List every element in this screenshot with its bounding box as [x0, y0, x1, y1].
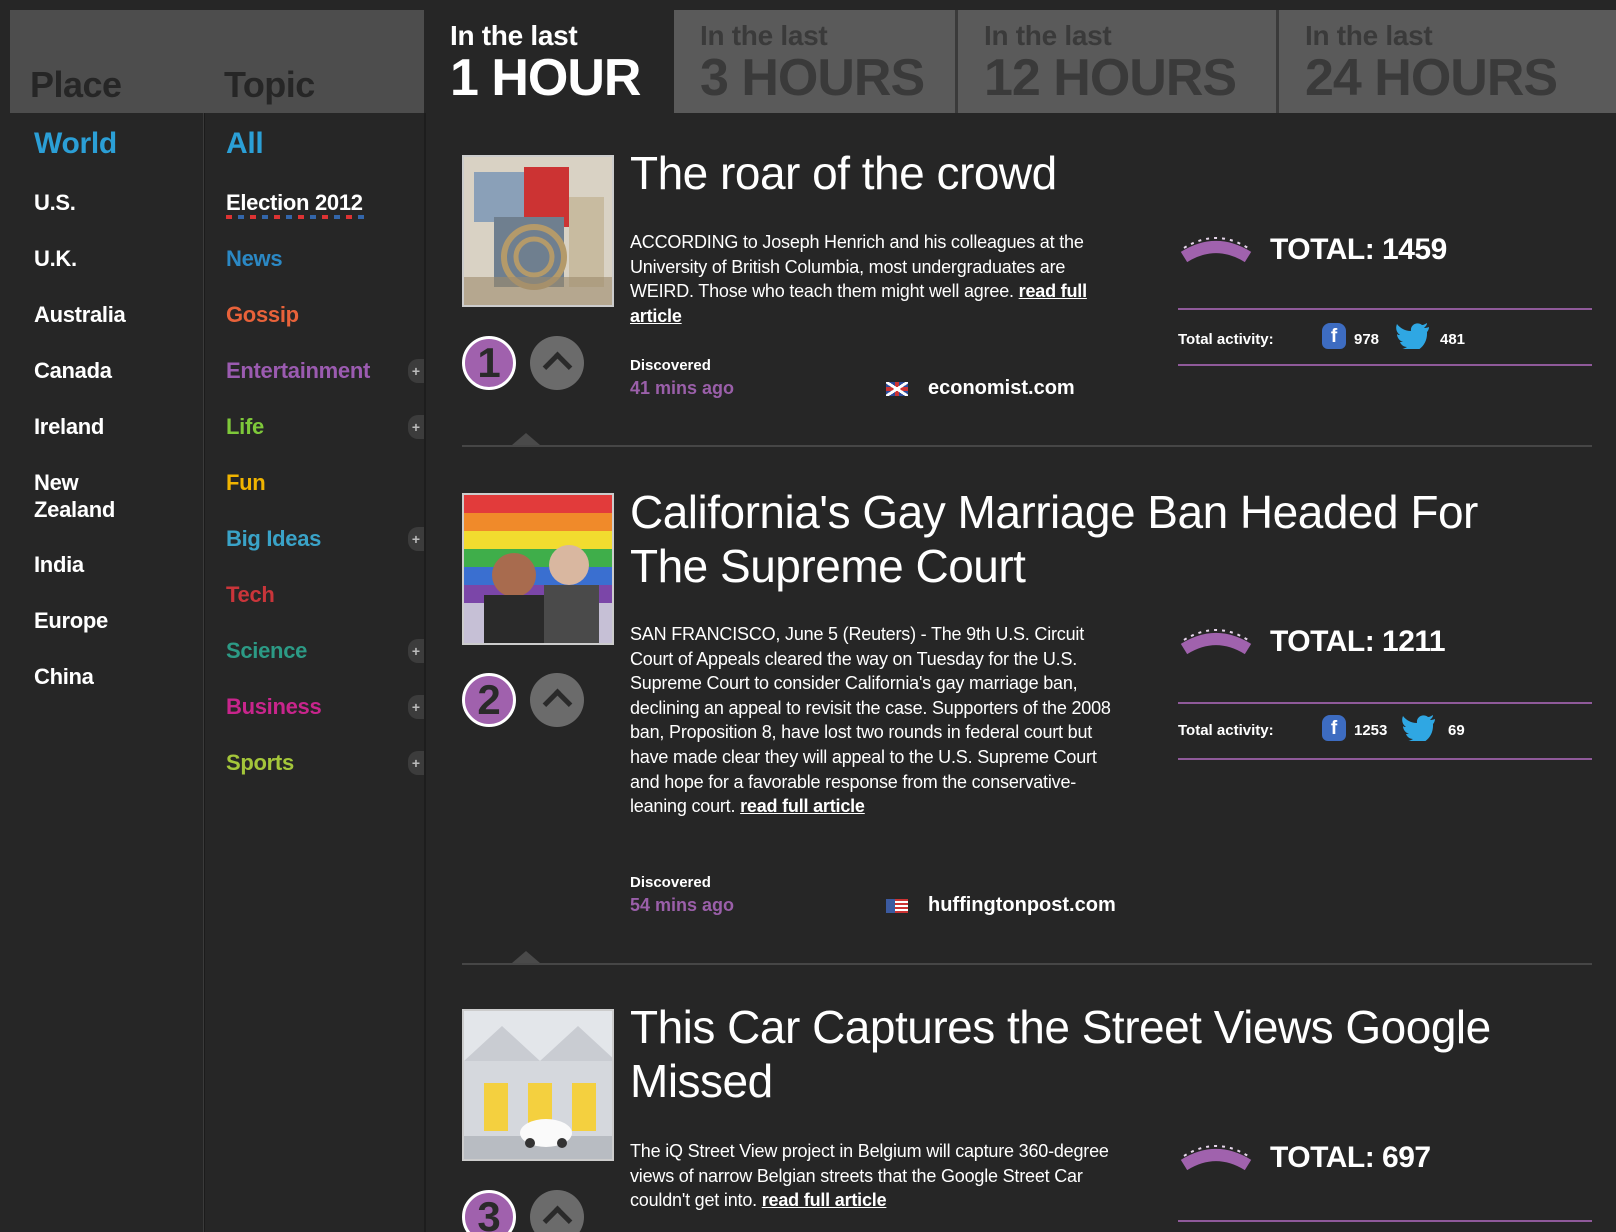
place-europe[interactable]: Europe [34, 607, 108, 634]
separator-notch [512, 433, 540, 445]
divider [1178, 1220, 1592, 1222]
total-activity-label: Total activity: [1178, 331, 1274, 348]
divider [1178, 702, 1592, 704]
tab-big-label: 3 HOURS [700, 49, 925, 107]
total-count: TOTAL: 1459 [1270, 233, 1447, 266]
article-summary: SAN FRANCISCO, June 5 (Reuters) - The 9t… [630, 622, 1115, 819]
topic-news[interactable]: News [226, 245, 283, 272]
topic-column [204, 113, 424, 1232]
place-new-zealand[interactable]: New Zealand [34, 469, 134, 523]
topic-life[interactable]: Life [226, 413, 264, 440]
expand-science-button[interactable]: + [408, 639, 424, 663]
place-header: Place [30, 64, 122, 105]
divider [1178, 758, 1592, 760]
read-full-article-link[interactable]: read full article [762, 1190, 887, 1210]
tab-12-hours[interactable]: In the last 12 HOURS [958, 10, 1276, 113]
tab-small-label: In the last [1305, 20, 1433, 51]
divider [1178, 364, 1592, 366]
place-us[interactable]: U.S. [34, 189, 76, 216]
discovered-time: 54 mins ago [630, 895, 735, 915]
us-flag-icon [886, 899, 908, 913]
discovered-label: Discovered [630, 357, 711, 374]
facebook-count: 978 [1354, 331, 1380, 348]
tab-small-label: In the last [450, 20, 578, 51]
topic-business[interactable]: Business [226, 693, 322, 720]
facebook-icon[interactable]: f [1322, 323, 1346, 349]
article-thumbnail[interactable] [462, 493, 614, 645]
summary-text: SAN FRANCISCO, June 5 (Reuters) - The 9t… [630, 624, 1111, 817]
tab-small-label: In the last [984, 20, 1112, 51]
topic-tech[interactable]: Tech [226, 581, 275, 608]
tab-small-label: In the last [700, 20, 828, 51]
place-australia[interactable]: Australia [34, 301, 126, 328]
discovered-label: Discovered [630, 874, 711, 891]
election-underline [226, 215, 370, 219]
article-summary: ACCORDING to Joseph Henrich and his coll… [630, 230, 1115, 328]
gauge-icon [1180, 237, 1252, 263]
twitter-icon[interactable] [1396, 323, 1430, 349]
place-china[interactable]: China [34, 663, 94, 690]
topic-fun[interactable]: Fun [226, 469, 266, 496]
topic-sports[interactable]: Sports [226, 749, 294, 776]
topic-big-ideas[interactable]: Big Ideas [226, 525, 321, 552]
filter-header: Place Topic [10, 10, 424, 113]
source-link[interactable]: economist.com [928, 377, 1075, 400]
gauge-icon [1180, 629, 1252, 655]
tab-24-hours[interactable]: In the last 24 HOURS [1279, 10, 1616, 113]
topic-all[interactable]: All [226, 129, 264, 159]
sidebar-border [424, 113, 426, 1232]
total-count: TOTAL: 1211 [1270, 625, 1446, 658]
topic-header: Topic [224, 64, 315, 105]
tab-big-label: 1 HOUR [450, 49, 641, 107]
rank-badge: 3 [462, 1190, 516, 1232]
topic-election-2012[interactable]: Election 2012 [226, 189, 363, 216]
topic-gossip[interactable]: Gossip [226, 301, 299, 328]
facebook-count: 1253 [1354, 722, 1388, 739]
article-title[interactable]: The roar of the crowd [630, 146, 1530, 200]
facebook-icon[interactable]: f [1322, 715, 1346, 741]
article-title[interactable]: This Car Captures the Street Views Googl… [630, 1000, 1530, 1108]
topic-entertainment[interactable]: Entertainment [226, 357, 370, 384]
discovered-time: 41 mins ago [630, 378, 735, 398]
upvote-button[interactable] [530, 673, 584, 727]
article-summary: The iQ Street View project in Belgium wi… [630, 1139, 1115, 1213]
place-india[interactable]: India [34, 551, 84, 578]
read-full-article-link[interactable]: read full article [740, 796, 865, 816]
article-title[interactable]: California's Gay Marriage Ban Headed For… [630, 485, 1530, 593]
upvote-button[interactable] [530, 1190, 584, 1232]
place-world[interactable]: World [34, 129, 117, 159]
expand-big-ideas-button[interactable]: + [408, 527, 424, 551]
tab-3-hours[interactable]: In the last 3 HOURS [674, 10, 955, 113]
upvote-button[interactable] [530, 336, 584, 390]
expand-entertainment-button[interactable]: + [408, 359, 424, 383]
total-count: TOTAL: 697 [1270, 1141, 1431, 1174]
place-uk[interactable]: U.K. [34, 245, 77, 272]
rank-badge: 2 [462, 673, 516, 727]
twitter-icon[interactable] [1402, 715, 1436, 741]
article-separator [462, 445, 1592, 447]
tab-1-hour[interactable]: In the last 1 HOUR [424, 10, 674, 113]
divider [1178, 308, 1592, 310]
twitter-count: 69 [1448, 722, 1465, 739]
rank-badge: 1 [462, 336, 516, 390]
article-separator [462, 963, 1592, 965]
separator-notch [512, 951, 540, 963]
tab-big-label: 24 HOURS [1305, 49, 1558, 107]
expand-business-button[interactable]: + [408, 695, 424, 719]
expand-sports-button[interactable]: + [408, 751, 424, 775]
top-strip [0, 0, 1616, 10]
source-link[interactable]: huffingtonpost.com [928, 894, 1116, 917]
place-ireland[interactable]: Ireland [34, 413, 104, 440]
total-activity-label: Total activity: [1178, 722, 1274, 739]
tab-big-label: 12 HOURS [984, 49, 1237, 107]
twitter-count: 481 [1440, 331, 1466, 348]
summary-text: ACCORDING to Joseph Henrich and his coll… [630, 232, 1084, 302]
topic-science[interactable]: Science [226, 637, 307, 664]
uk-flag-icon [886, 382, 908, 396]
gauge-icon [1180, 1145, 1252, 1171]
article-thumbnail[interactable] [462, 155, 614, 307]
article-thumbnail[interactable] [462, 1009, 614, 1161]
place-canada[interactable]: Canada [34, 357, 112, 384]
expand-life-button[interactable]: + [408, 415, 424, 439]
